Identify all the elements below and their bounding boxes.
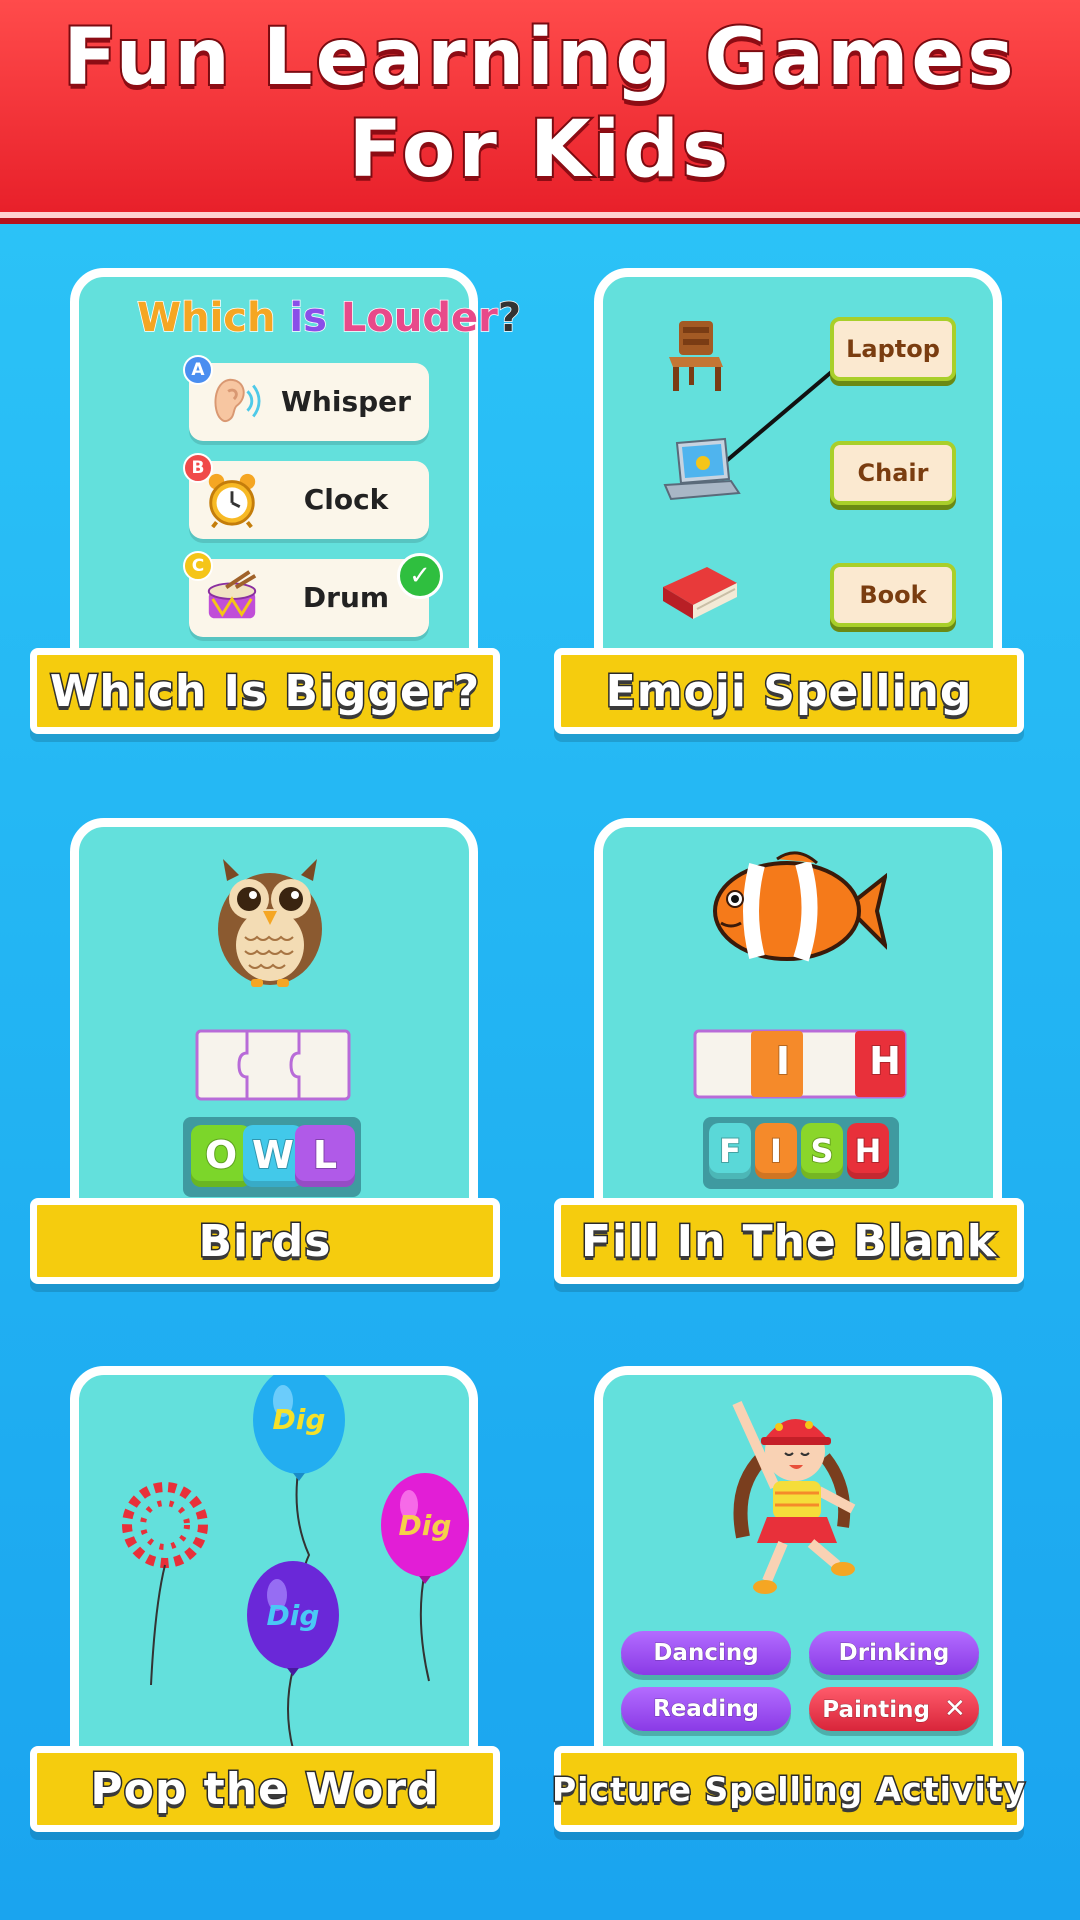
balloon-word-1[interactable]: Dig xyxy=(259,1403,339,1436)
card-title: Fill In The Blank xyxy=(579,1214,998,1268)
page-title-line-2: For Kids xyxy=(347,103,732,197)
laptop-icon xyxy=(663,437,741,501)
game-card-which-is-bigger[interactable]: Which is Louder? A Whisper B Clock C Dru… xyxy=(30,268,522,758)
card-title: Emoji Spelling xyxy=(604,664,973,718)
quiz-option-a[interactable]: A Whisper xyxy=(183,355,429,441)
letter-tile-l[interactable]: L xyxy=(295,1125,355,1187)
card-preview: Dancing Drinking Reading Painting ✕ xyxy=(594,1366,1002,1784)
game-card-fill-in-the-blank[interactable]: I H F I S H Fill In The Blank xyxy=(554,818,1024,1308)
card-preview: Which is Louder? A Whisper B Clock C Dru… xyxy=(70,268,522,686)
game-card-picture-spelling[interactable]: Dancing Drinking Reading Painting ✕ Pict… xyxy=(550,1366,1027,1856)
card-preview: O W L xyxy=(70,818,478,1236)
wrong-x-icon: ✕ xyxy=(943,1694,966,1725)
dancing-girl-icon xyxy=(732,1400,856,1594)
word-button-chair[interactable]: Chair xyxy=(830,441,956,505)
option-label: Clock xyxy=(303,483,389,516)
card-label-bar[interactable]: Emoji Spelling xyxy=(554,648,1024,734)
card-title: Birds xyxy=(197,1214,332,1268)
card-label-bar[interactable]: Which Is Bigger? xyxy=(30,648,500,734)
word-button-laptop[interactable]: Laptop xyxy=(830,317,956,381)
card-preview: Dig Dig Dig xyxy=(70,1366,478,1784)
alarm-clock-icon xyxy=(208,473,256,528)
letter-tile-i[interactable]: I xyxy=(755,1123,797,1179)
quiz-option-c[interactable]: C Drum ✓ xyxy=(183,551,443,637)
letter-tile-h[interactable]: H xyxy=(847,1123,889,1179)
card-label-bar[interactable]: Birds xyxy=(30,1198,500,1284)
game-card-emoji-spelling[interactable]: Laptop Chair Book Emoji Spelling xyxy=(554,268,1024,758)
card-title: Which Is Bigger? xyxy=(48,664,481,718)
quiz-option-b[interactable]: B Clock xyxy=(183,453,429,539)
game-card-pop-the-word[interactable]: Dig Dig Dig Pop the Word xyxy=(30,1366,500,1856)
answer-choice-dancing[interactable]: Dancing xyxy=(621,1631,791,1675)
popped-balloon-icon xyxy=(122,1482,208,1686)
card-label-bar[interactable]: Pop the Word xyxy=(30,1746,500,1832)
card-preview: I H F I S H xyxy=(594,818,1002,1236)
clownfish-icon xyxy=(713,851,887,962)
card-preview: Laptop Chair Book xyxy=(594,268,1002,686)
header-banner: Fun Learning Games For Kids xyxy=(0,0,1080,218)
answer-choice-painting[interactable]: Painting ✕ xyxy=(809,1687,979,1731)
owl-icon xyxy=(218,859,322,987)
chair-icon xyxy=(669,321,723,391)
ear-icon xyxy=(214,378,261,423)
answer-choice-reading[interactable]: Reading xyxy=(621,1687,791,1731)
placed-letter-h: H xyxy=(868,1038,902,1084)
book-icon xyxy=(663,567,737,619)
card-title: Pop the Word xyxy=(89,1762,440,1816)
page-title-line-1: Fun Learning Games xyxy=(61,11,1017,105)
answer-choice-label: Painting xyxy=(822,1697,931,1724)
game-card-birds[interactable]: O W L Birds xyxy=(30,818,500,1308)
quiz-question: Which is Louder? xyxy=(136,294,522,342)
drum-icon xyxy=(207,570,257,619)
blank-slots xyxy=(195,1029,351,1101)
letter-tile-f[interactable]: F xyxy=(709,1123,751,1179)
card-label-bar[interactable]: Fill In The Blank xyxy=(554,1198,1024,1284)
card-title: Picture Spelling Activity xyxy=(550,1768,1027,1810)
balloon-word-2[interactable]: Dig xyxy=(385,1509,465,1542)
option-label: Whisper xyxy=(281,385,411,418)
card-label-bar[interactable]: Picture Spelling Activity xyxy=(550,1746,1027,1832)
placed-letter-i: I xyxy=(775,1038,791,1084)
balloon-purple xyxy=(247,1561,339,1750)
letter-tile-s[interactable]: S xyxy=(801,1123,843,1179)
balloon-word-3[interactable]: Dig xyxy=(253,1599,333,1632)
letter-tile-o[interactable]: O xyxy=(191,1125,251,1187)
correct-check-icon: ✓ xyxy=(397,553,443,599)
word-button-book[interactable]: Book xyxy=(830,563,956,627)
letter-tile-w[interactable]: W xyxy=(243,1125,303,1187)
balloon-magenta xyxy=(381,1473,469,1682)
answer-choice-drinking[interactable]: Drinking xyxy=(809,1631,979,1675)
